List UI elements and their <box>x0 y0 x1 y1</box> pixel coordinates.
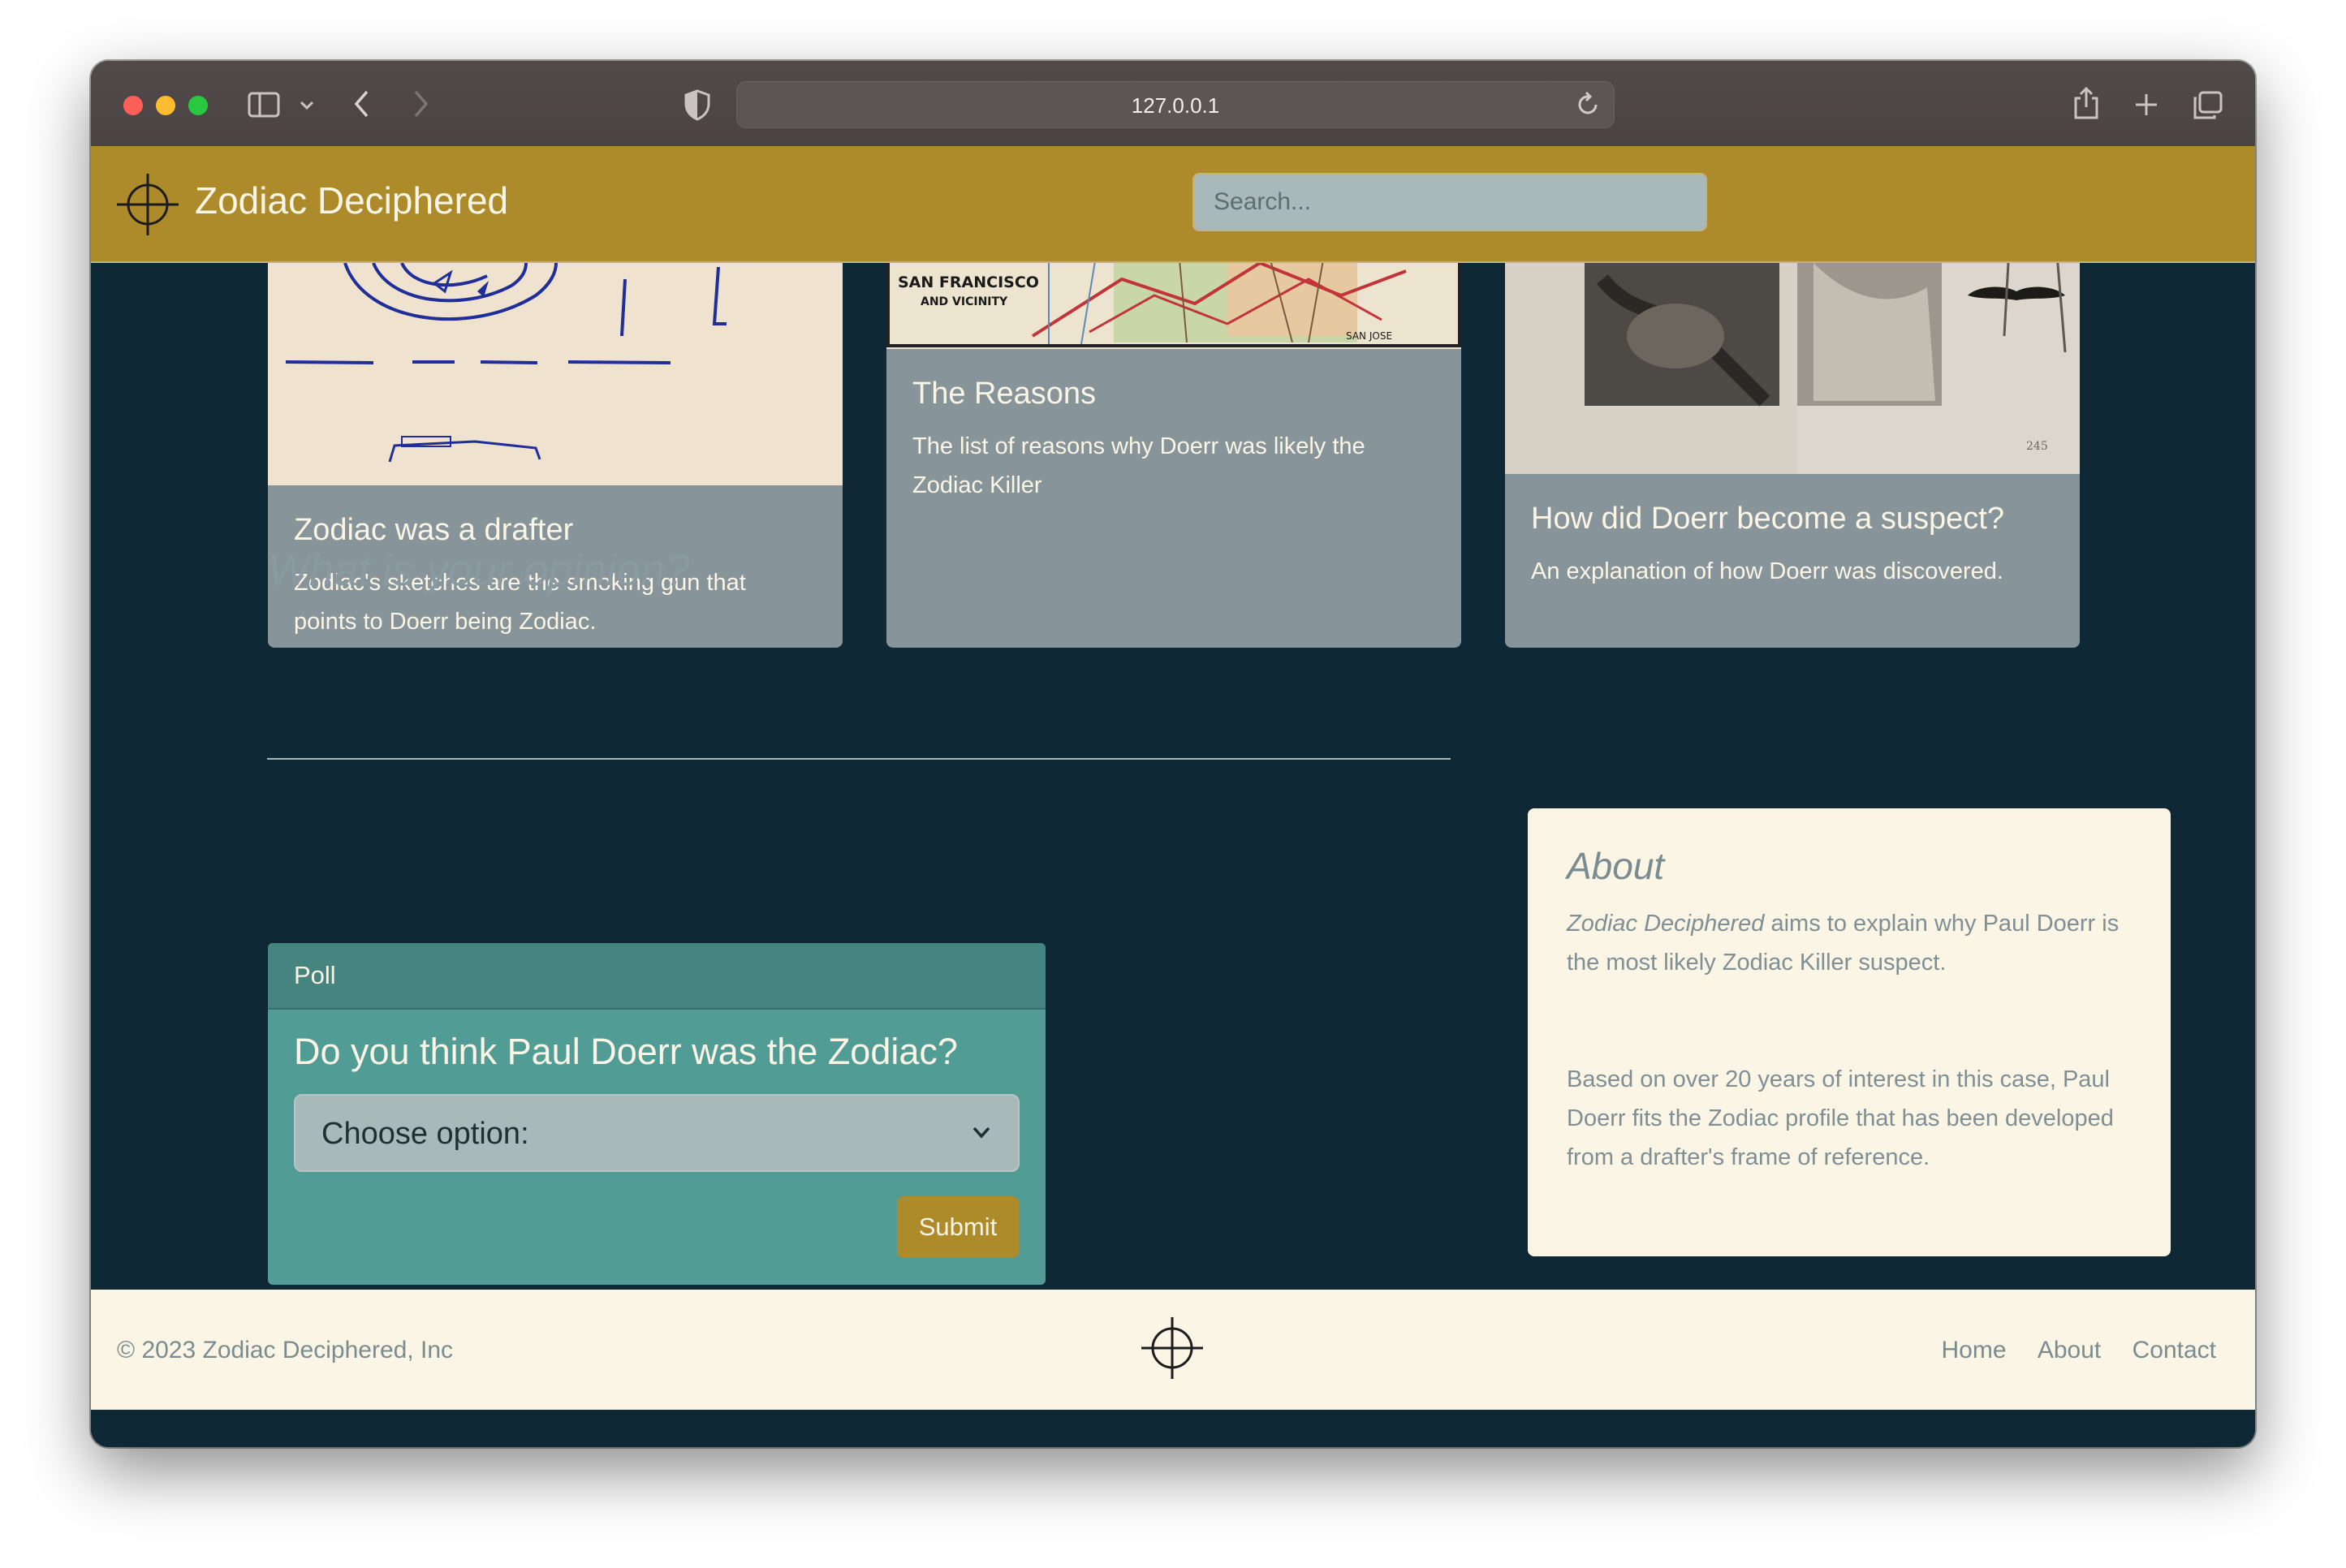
card-text: The list of reasons why Doerr was likely… <box>912 433 1365 498</box>
crosshair-logo-icon[interactable] <box>115 172 180 237</box>
map-label: SAN JOSE <box>1346 330 1392 342</box>
select-value: Choose option: <box>321 1117 529 1151</box>
browser-window: 127.0.0.1 Zodiac Deciphered Search... Zo… <box>91 61 2255 1447</box>
poll-option-select[interactable]: Choose option: <box>294 1094 1020 1172</box>
footer-link-home[interactable]: Home <box>1941 1337 2006 1363</box>
reload-icon[interactable] <box>1576 90 1601 118</box>
new-tab-icon[interactable] <box>2133 92 2159 118</box>
site-footer: © 2023 Zodiac Deciphered, Inc Home About… <box>91 1290 2255 1410</box>
submit-button[interactable]: Submit <box>897 1196 1019 1258</box>
card-title[interactable]: How did Doerr become a suspect? <box>1531 502 2004 536</box>
footer-link-contact[interactable]: Contact <box>2133 1337 2216 1363</box>
about-body: Based on over 20 years of interest in th… <box>1567 1066 2114 1170</box>
search-input[interactable] <box>1192 173 1707 231</box>
divider <box>267 758 1451 760</box>
card-text: An explanation of how Doerr was discover… <box>1531 558 2003 584</box>
shield-icon[interactable] <box>684 88 711 121</box>
site-title[interactable]: Zodiac Deciphered <box>195 179 508 222</box>
poll-header: Poll <box>268 943 1046 1010</box>
tab-overview-icon[interactable] <box>2192 90 2224 121</box>
minimize-window-button[interactable] <box>156 96 175 115</box>
about-heading: About <box>1567 845 1665 887</box>
copyright-text: © 2023 Zodiac Deciphered, Inc <box>117 1337 454 1363</box>
chevron-down-icon <box>972 1126 990 1139</box>
card-image-sketch <box>268 263 843 485</box>
browser-toolbar: 127.0.0.1 <box>91 61 2255 148</box>
share-icon[interactable] <box>2072 85 2101 121</box>
about-intro: Zodiac Deciphered aims to explain why Pa… <box>1567 904 2135 982</box>
url-text: 127.0.0.1 <box>1131 93 1220 118</box>
card-title[interactable]: Zodiac was a drafter <box>294 513 573 548</box>
sidebar-toggle-icon[interactable] <box>248 90 280 119</box>
footer-link-about[interactable]: About <box>2038 1337 2101 1363</box>
about-box: About Zodiac Deciphered aims to explain … <box>1528 808 2171 1256</box>
card-image-book-photo: 245 <box>1505 263 2080 474</box>
main-content: Zodiac was a drafter Zodiac's sketches a… <box>91 263 2255 1353</box>
maximize-window-button[interactable] <box>188 96 208 115</box>
crosshair-logo-icon[interactable] <box>1138 1314 1206 1382</box>
book-page-number: 245 <box>2026 440 2048 453</box>
back-icon[interactable] <box>352 88 372 119</box>
footer-nav: Home About Contact <box>1917 1337 2216 1364</box>
address-bar[interactable]: 127.0.0.1 <box>736 81 1615 128</box>
poll-card: Poll Do you think Paul Doerr was the Zod… <box>268 943 1046 1285</box>
article-card-reasons[interactable]: SAN FRANCISCO AND VICINITY SAN JOSE The … <box>886 263 1461 648</box>
poll-header-label: Poll <box>294 961 336 989</box>
close-window-button[interactable] <box>123 96 143 115</box>
chevron-down-icon[interactable] <box>299 100 315 111</box>
map-label: AND VICINITY <box>921 295 1008 308</box>
card-image-map: SAN FRANCISCO AND VICINITY SAN JOSE <box>886 263 1461 349</box>
opinion-heading: What is your opinion? <box>268 546 690 595</box>
poll-question: Do you think Paul Doerr was the Zodiac? <box>294 1031 958 1072</box>
article-card-suspect[interactable]: 245 How did Doerr become a suspect? An e… <box>1505 263 2080 648</box>
map-label: SAN FRANCISCO <box>898 274 1039 291</box>
card-title[interactable]: The Reasons <box>912 377 1096 411</box>
about-intro-emphasis: Zodiac Deciphered <box>1567 911 1765 937</box>
site-header: Zodiac Deciphered <box>91 146 2255 263</box>
forward-icon[interactable] <box>411 88 430 119</box>
page-bottom <box>91 1410 2255 1447</box>
